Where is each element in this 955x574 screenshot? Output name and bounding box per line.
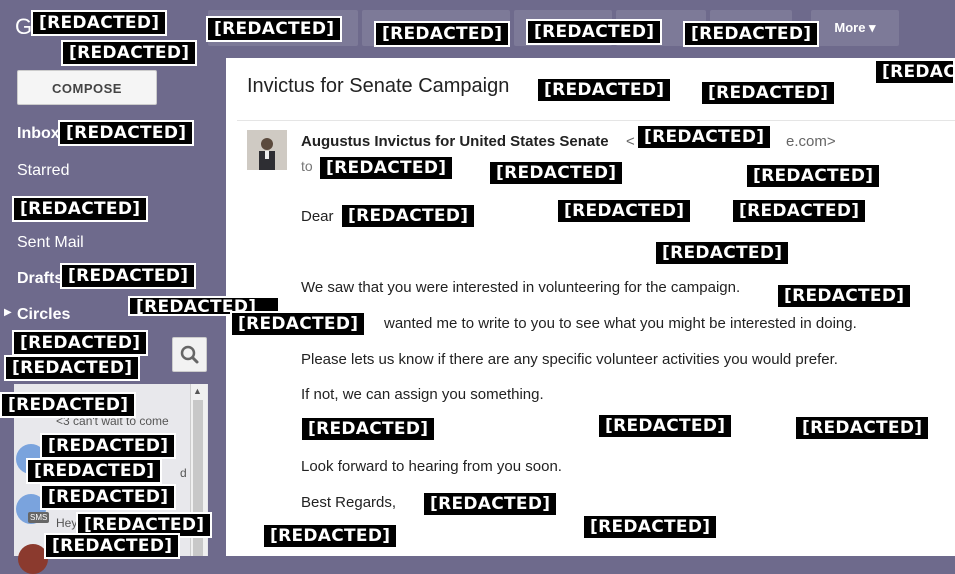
- sidebar-item-circles[interactable]: Circles: [17, 306, 70, 324]
- redaction-box: [REDACTED]: [58, 120, 195, 146]
- redaction-box: [REDACTED]: [556, 198, 693, 224]
- compose-button[interactable]: COMPOSE: [17, 70, 157, 105]
- more-button[interactable]: More ▾: [811, 10, 899, 46]
- header-divider: [237, 120, 955, 121]
- redaction-box: [REDACTED]: [40, 433, 177, 459]
- redaction-box: [REDACTED]: [582, 514, 719, 540]
- recipient-label: to: [301, 158, 313, 174]
- search-people-button[interactable]: [172, 337, 207, 372]
- redaction-box: [REDACTED]: [874, 59, 955, 85]
- redaction-box: [REDACTED]: [526, 19, 663, 45]
- redaction-box: [REDACTED]: [636, 124, 773, 150]
- redaction-box: [REDACTED]: [61, 40, 198, 66]
- redaction-box: [REDACTED]: [422, 491, 559, 517]
- scroll-up-icon[interactable]: ▲: [193, 386, 202, 396]
- body-paragraph: Please lets us know if there are any spe…: [301, 351, 838, 368]
- redaction-box: [REDACTED]: [12, 330, 149, 356]
- sender-email-open: <: [626, 133, 635, 150]
- sms-badge: SMS: [28, 512, 50, 523]
- redaction-box: [REDACTED]: [731, 198, 868, 224]
- redaction-box: [REDACTED]: [262, 523, 399, 549]
- redaction-box: [REDACTED]: [745, 163, 882, 189]
- redaction-box: [REDACTED]: [31, 10, 168, 36]
- redaction-box: [REDACTED]: [597, 413, 734, 439]
- sidebar-item-sent[interactable]: Sent Mail: [17, 234, 84, 252]
- redaction-box: [REDACTED]: [536, 77, 673, 103]
- redaction-box: [REDACTED]: [700, 80, 837, 106]
- body-paragraph: wanted me to write to you to see what yo…: [384, 315, 857, 332]
- redaction-box: [REDACTED]: [40, 484, 177, 510]
- redaction-box: [REDACTED]: [374, 21, 511, 47]
- redaction-box: [REDACTED]: [654, 240, 791, 266]
- redaction-box: [REDACTED]: [60, 263, 197, 289]
- chat-preview[interactable]: Hey: [56, 516, 77, 530]
- sidebar-item-starred[interactable]: Starred: [17, 162, 69, 180]
- sidebar-item-drafts[interactable]: Drafts: [17, 270, 63, 288]
- sender-avatar[interactable]: [247, 130, 287, 170]
- redaction-box: [REDACTED]: [44, 533, 181, 559]
- signoff: Best Regards,: [301, 494, 397, 511]
- sender-photo-icon: [247, 130, 287, 170]
- redaction-box: [REDACTED]: [300, 416, 437, 442]
- chat-preview[interactable]: d: [180, 466, 187, 480]
- body-paragraph: Look forward to hearing from you soon.: [301, 458, 562, 475]
- expand-triangle-icon[interactable]: ▶: [4, 307, 12, 318]
- redaction-box: [REDACTED]: [794, 415, 931, 441]
- redaction-box: [REDACTED]: [12, 196, 149, 222]
- redaction-box: [REDACTED]: [488, 160, 625, 186]
- redaction-box: [REDACTED]: [206, 16, 343, 42]
- redaction-box: [REDACTED]: [776, 283, 913, 309]
- redaction-box: [REDACTED]: [26, 458, 163, 484]
- redaction-box: [REDACTED]: [340, 203, 477, 229]
- search-icon: [180, 345, 199, 364]
- email-subject: Invictus for Senate Campaign: [247, 75, 510, 97]
- redaction-box: [REDACTED]: [683, 21, 820, 47]
- redaction-box: [REDACTED]: [318, 155, 455, 181]
- redaction-box: [REDACTED]: [230, 311, 367, 337]
- sender-name[interactable]: Augustus Invictus for United States Sena…: [301, 133, 609, 150]
- app-logo[interactable]: G: [15, 14, 32, 40]
- redaction-box: [REDACTED]: [4, 355, 141, 381]
- redaction-box: [REDACTED]: [0, 392, 137, 418]
- body-paragraph: We saw that you were interested in volun…: [301, 279, 741, 296]
- greeting: Dear: [301, 208, 334, 225]
- sidebar-item-inbox[interactable]: Inbox: [17, 125, 60, 143]
- body-paragraph: If not, we can assign you something.: [301, 386, 544, 403]
- sender-email-suffix: e.com>: [786, 133, 836, 150]
